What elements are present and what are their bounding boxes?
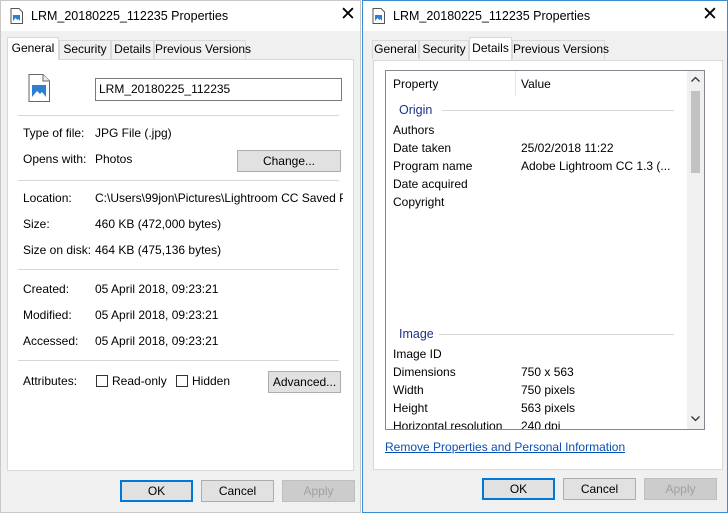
accessed-value: 05 April 2018, 09:23:21 bbox=[95, 334, 219, 348]
group-origin: Origin bbox=[399, 103, 433, 117]
tab-general[interactable]: General bbox=[372, 40, 419, 59]
list-header: Property Value bbox=[386, 71, 689, 96]
divider bbox=[18, 180, 339, 181]
tab-general[interactable]: General bbox=[7, 37, 59, 60]
general-panel: LRM_20180225_112235 Type of file: JPG Fi… bbox=[7, 59, 354, 471]
close-icon[interactable]: ✕ bbox=[702, 5, 718, 25]
tab-security[interactable]: Security bbox=[419, 40, 469, 59]
window-title: LRM_20180225_112235 Properties bbox=[393, 9, 591, 23]
property-name: Image ID bbox=[393, 347, 442, 361]
group-divider bbox=[439, 334, 674, 335]
property-value: 25/02/2018 11:22 bbox=[521, 141, 614, 155]
change-button[interactable]: Change... bbox=[237, 150, 341, 172]
location-label: Location: bbox=[23, 191, 72, 205]
property-value: 750 x 563 bbox=[521, 365, 574, 379]
column-header-value[interactable]: Value bbox=[521, 77, 551, 91]
remove-properties-link[interactable]: Remove Properties and Personal Informati… bbox=[385, 440, 625, 454]
size-on-disk-value: 464 KB (475,136 bytes) bbox=[95, 243, 222, 257]
ok-button[interactable]: OK bbox=[482, 478, 555, 500]
property-name: Copyright bbox=[393, 195, 445, 209]
opens-value: Photos bbox=[95, 152, 133, 166]
property-name: Date acquired bbox=[393, 177, 468, 191]
title-bar[interactable]: LRM_20180225_112235 Properties ✕ bbox=[363, 1, 727, 31]
property-name: Program name bbox=[393, 159, 473, 173]
tab-previous-versions[interactable]: Previous Versions bbox=[512, 40, 609, 59]
size-value: 460 KB (472,000 bytes) bbox=[95, 217, 222, 231]
property-value: 240 dpi bbox=[521, 419, 561, 430]
property-list[interactable]: Property Value Origin Authors Date taken… bbox=[385, 70, 705, 430]
image-file-icon bbox=[372, 8, 385, 24]
tab-previous-versions[interactable]: Previous Versions bbox=[154, 40, 251, 59]
property-value: 563 pixels bbox=[521, 401, 576, 415]
tab-details[interactable]: Details bbox=[111, 40, 154, 59]
property-name: Horizontal resolution bbox=[393, 419, 503, 430]
divider bbox=[18, 269, 339, 270]
modified-value: 05 April 2018, 09:23:21 bbox=[95, 308, 219, 322]
readonly-label[interactable]: Read-only bbox=[112, 374, 167, 388]
ok-button[interactable]: OK bbox=[120, 480, 193, 502]
apply-button[interactable]: Apply bbox=[644, 478, 717, 500]
modified-label: Modified: bbox=[23, 308, 72, 322]
opens-label: Opens with: bbox=[23, 152, 87, 166]
property-name: Authors bbox=[393, 123, 435, 137]
tab-security[interactable]: Security bbox=[59, 40, 111, 59]
close-icon[interactable]: ✕ bbox=[340, 5, 356, 25]
created-label: Created: bbox=[23, 282, 70, 296]
type-label: Type of file: bbox=[23, 126, 85, 140]
attributes-label: Attributes: bbox=[23, 374, 78, 388]
properties-window-general: LRM_20180225_112235 Properties ✕ General… bbox=[0, 0, 361, 513]
scroll-thumb[interactable] bbox=[691, 91, 700, 173]
scroll-up-icon[interactable] bbox=[691, 76, 700, 82]
window-title: LRM_20180225_112235 Properties bbox=[31, 9, 229, 23]
property-value: Adobe Lightroom CC 1.3 (... bbox=[521, 159, 671, 173]
created-value: 05 April 2018, 09:23:21 bbox=[95, 282, 219, 296]
group-image: Image bbox=[399, 327, 434, 341]
advanced-button[interactable]: Advanced... bbox=[268, 371, 341, 393]
location-value: C:\Users\99jon\Pictures\Lightroom CC Sav… bbox=[95, 191, 343, 205]
apply-button[interactable]: Apply bbox=[282, 480, 355, 502]
filename-input[interactable]: LRM_20180225_112235 bbox=[95, 78, 342, 101]
tab-details[interactable]: Details bbox=[469, 37, 512, 60]
cancel-button[interactable]: Cancel bbox=[563, 478, 636, 500]
title-bar[interactable]: LRM_20180225_112235 Properties ✕ bbox=[1, 1, 360, 31]
hidden-label[interactable]: Hidden bbox=[192, 374, 230, 388]
divider bbox=[18, 360, 339, 361]
type-value: JPG File (.jpg) bbox=[95, 126, 172, 140]
property-value: 750 pixels bbox=[521, 383, 576, 397]
details-panel: Property Value Origin Authors Date taken… bbox=[373, 60, 723, 470]
property-name: Date taken bbox=[393, 141, 452, 155]
properties-window-details: LRM_20180225_112235 Properties ✕ General… bbox=[362, 0, 728, 513]
scroll-down-icon[interactable] bbox=[691, 416, 700, 422]
readonly-checkbox[interactable] bbox=[96, 375, 108, 387]
image-file-icon bbox=[10, 8, 23, 24]
cancel-button[interactable]: Cancel bbox=[201, 480, 274, 502]
group-divider bbox=[442, 110, 674, 111]
divider bbox=[18, 115, 339, 116]
column-header-property[interactable]: Property bbox=[393, 77, 438, 91]
hidden-checkbox[interactable] bbox=[176, 375, 188, 387]
vertical-scrollbar[interactable] bbox=[687, 71, 704, 429]
property-name: Width bbox=[393, 383, 424, 397]
property-name: Dimensions bbox=[393, 365, 456, 379]
property-name: Height bbox=[393, 401, 428, 415]
size-label: Size: bbox=[23, 217, 50, 231]
column-divider bbox=[515, 71, 516, 96]
accessed-label: Accessed: bbox=[23, 334, 79, 348]
size-on-disk-label: Size on disk: bbox=[23, 243, 92, 257]
jpg-file-icon bbox=[28, 74, 50, 102]
